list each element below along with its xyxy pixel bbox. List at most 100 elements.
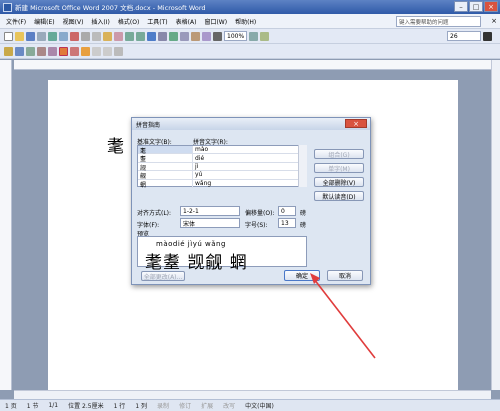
word-icon: [3, 2, 12, 12]
table-icon[interactable]: [158, 31, 167, 41]
align-select[interactable]: 1-2-1: [180, 206, 240, 216]
single-button[interactable]: 单字(M): [314, 163, 364, 173]
size-select[interactable]: 13: [278, 218, 296, 228]
redo-icon[interactable]: [136, 31, 145, 41]
size-label: 字号(S):: [245, 222, 268, 229]
status-position: 位置 2.5厘米: [68, 403, 104, 410]
status-pages: 1/1: [48, 402, 59, 409]
size-unit: 磅: [300, 222, 307, 229]
permission-icon[interactable]: [37, 31, 46, 41]
print-preview-icon[interactable]: [59, 31, 68, 41]
cancel-button[interactable]: 取消: [327, 270, 363, 281]
status-column: 1 列: [135, 403, 148, 410]
offset-unit: 磅: [300, 210, 307, 217]
grid-row[interactable]: 觎 yú: [138, 171, 306, 180]
open-folder-icon[interactable]: [15, 31, 24, 41]
status-trk[interactable]: 修订: [174, 401, 196, 410]
menu-file[interactable]: 文件(F): [2, 17, 30, 26]
font-label: 字体(F):: [137, 222, 160, 229]
format-painter-icon[interactable]: [114, 31, 123, 41]
bold-icon[interactable]: [483, 31, 492, 41]
more-icon[interactable]: [114, 46, 123, 56]
save-icon[interactable]: [26, 31, 35, 41]
doc-close-icon[interactable]: ×: [491, 17, 497, 25]
status-line: 1 行: [113, 403, 126, 410]
distribute-icon[interactable]: [103, 46, 112, 56]
offset-input[interactable]: 0: [278, 206, 296, 216]
hyperlink-icon[interactable]: [147, 31, 156, 41]
align-label: 对齐方式(L):: [137, 210, 172, 217]
phonetic-guide-icon[interactable]: [48, 46, 57, 56]
enclose-icon[interactable]: [70, 46, 79, 56]
preview-box: màodié jìyú wǎng 耄耋 觊觎 蝄: [137, 236, 307, 273]
vertical-ruler: [0, 60, 12, 390]
zoom-select[interactable]: 100%: [224, 31, 248, 41]
help-search-input[interactable]: 键入需要帮助的问题: [396, 16, 481, 27]
columns-icon[interactable]: [180, 31, 189, 41]
status-section: 1 节: [26, 403, 39, 410]
preview-characters: 耄耋 觊觎 蝄: [145, 253, 248, 273]
copy-icon[interactable]: [92, 31, 101, 41]
horizontal-ruler: [14, 60, 494, 70]
menu-insert[interactable]: 插入(I): [87, 17, 113, 26]
menu-table[interactable]: 表格(A): [172, 17, 201, 26]
outline-icon[interactable]: [15, 46, 24, 56]
horizontal-scrollbar[interactable]: [14, 390, 491, 399]
spelling-icon[interactable]: [70, 31, 79, 41]
grid-row[interactable]: 耋 dié: [138, 154, 306, 163]
grid-row[interactable]: 蝄 wǎng: [138, 179, 306, 189]
change-all-button[interactable]: 全部更改(A)...: [141, 271, 185, 281]
cut-icon[interactable]: [81, 31, 90, 41]
help-icon[interactable]: [249, 31, 259, 41]
phonetic-grid: 耄 mào 耋 dié 觊 jì 觎 yú 蝄 wǎng: [137, 145, 307, 189]
status-ovr[interactable]: 改写: [218, 401, 240, 410]
clear-all-button[interactable]: 全部删除(V): [314, 177, 364, 187]
status-ext[interactable]: 扩展: [196, 401, 218, 410]
style-icon[interactable]: [4, 46, 13, 56]
font-select[interactable]: 宋体: [180, 218, 240, 228]
indent-icon[interactable]: [37, 46, 46, 56]
offset-label: 偏移量(O):: [245, 210, 275, 217]
show-marks-icon[interactable]: [213, 31, 222, 41]
align-icon[interactable]: [92, 46, 101, 56]
standard-toolbar: 100% 26: [0, 29, 500, 44]
status-rec[interactable]: 录制: [152, 401, 174, 410]
grid-row[interactable]: 耄 mào: [138, 146, 306, 155]
formatting-toolbar: [0, 44, 500, 59]
dialog-title-bar: 拼音指南: [132, 118, 370, 130]
maximize-icon[interactable]: □: [469, 1, 483, 12]
print-icon[interactable]: [48, 31, 57, 41]
ruby-highlight-icon[interactable]: [59, 46, 68, 56]
excel-icon[interactable]: [169, 31, 178, 41]
status-bar: 1 页 1 节 1/1 位置 2.5厘米 1 行 1 列 录制 修订 扩展 改写…: [0, 399, 500, 411]
document-text: 耄: [107, 137, 124, 157]
phonetic-guide-dialog: 拼音指南 × 基准文字(B): 拼音文字(R): 耄 mào 耋 dié 觊 j…: [131, 117, 371, 285]
close-icon[interactable]: ×: [484, 1, 498, 12]
grid-row[interactable]: 觊 jì: [138, 162, 306, 172]
dialog-close-icon[interactable]: ×: [345, 119, 367, 128]
undo-icon[interactable]: [125, 31, 134, 41]
grid-scrollbar[interactable]: [298, 145, 307, 187]
dialog-title: 拼音指南: [136, 121, 161, 129]
ok-button[interactable]: 确定: [284, 270, 320, 281]
new-document-icon[interactable]: [4, 31, 13, 41]
menu-format[interactable]: 格式(O): [114, 17, 143, 26]
minimize-icon[interactable]: –: [454, 1, 468, 12]
border-icon[interactable]: [81, 46, 90, 56]
status-page: 1 页: [5, 403, 17, 410]
default-reading-button[interactable]: 默认读音(D): [314, 191, 364, 201]
menu-view[interactable]: 视图(V): [59, 17, 88, 26]
status-language: 中文(中国): [245, 403, 274, 410]
menu-tools[interactable]: 工具(T): [143, 17, 171, 26]
paste-icon[interactable]: [103, 31, 112, 41]
list-icon[interactable]: [26, 46, 35, 56]
menu-window[interactable]: 窗口(W): [200, 17, 231, 26]
combine-button[interactable]: 组合(G): [314, 149, 364, 159]
menu-help[interactable]: 帮助(H): [231, 17, 260, 26]
font-size-select[interactable]: 26: [447, 31, 481, 41]
vertical-scrollbar[interactable]: [491, 60, 500, 390]
document-map-icon[interactable]: [202, 31, 211, 41]
drawing-icon[interactable]: [191, 31, 200, 41]
menu-edit[interactable]: 编辑(E): [30, 17, 58, 26]
reading-icon[interactable]: [260, 31, 270, 41]
